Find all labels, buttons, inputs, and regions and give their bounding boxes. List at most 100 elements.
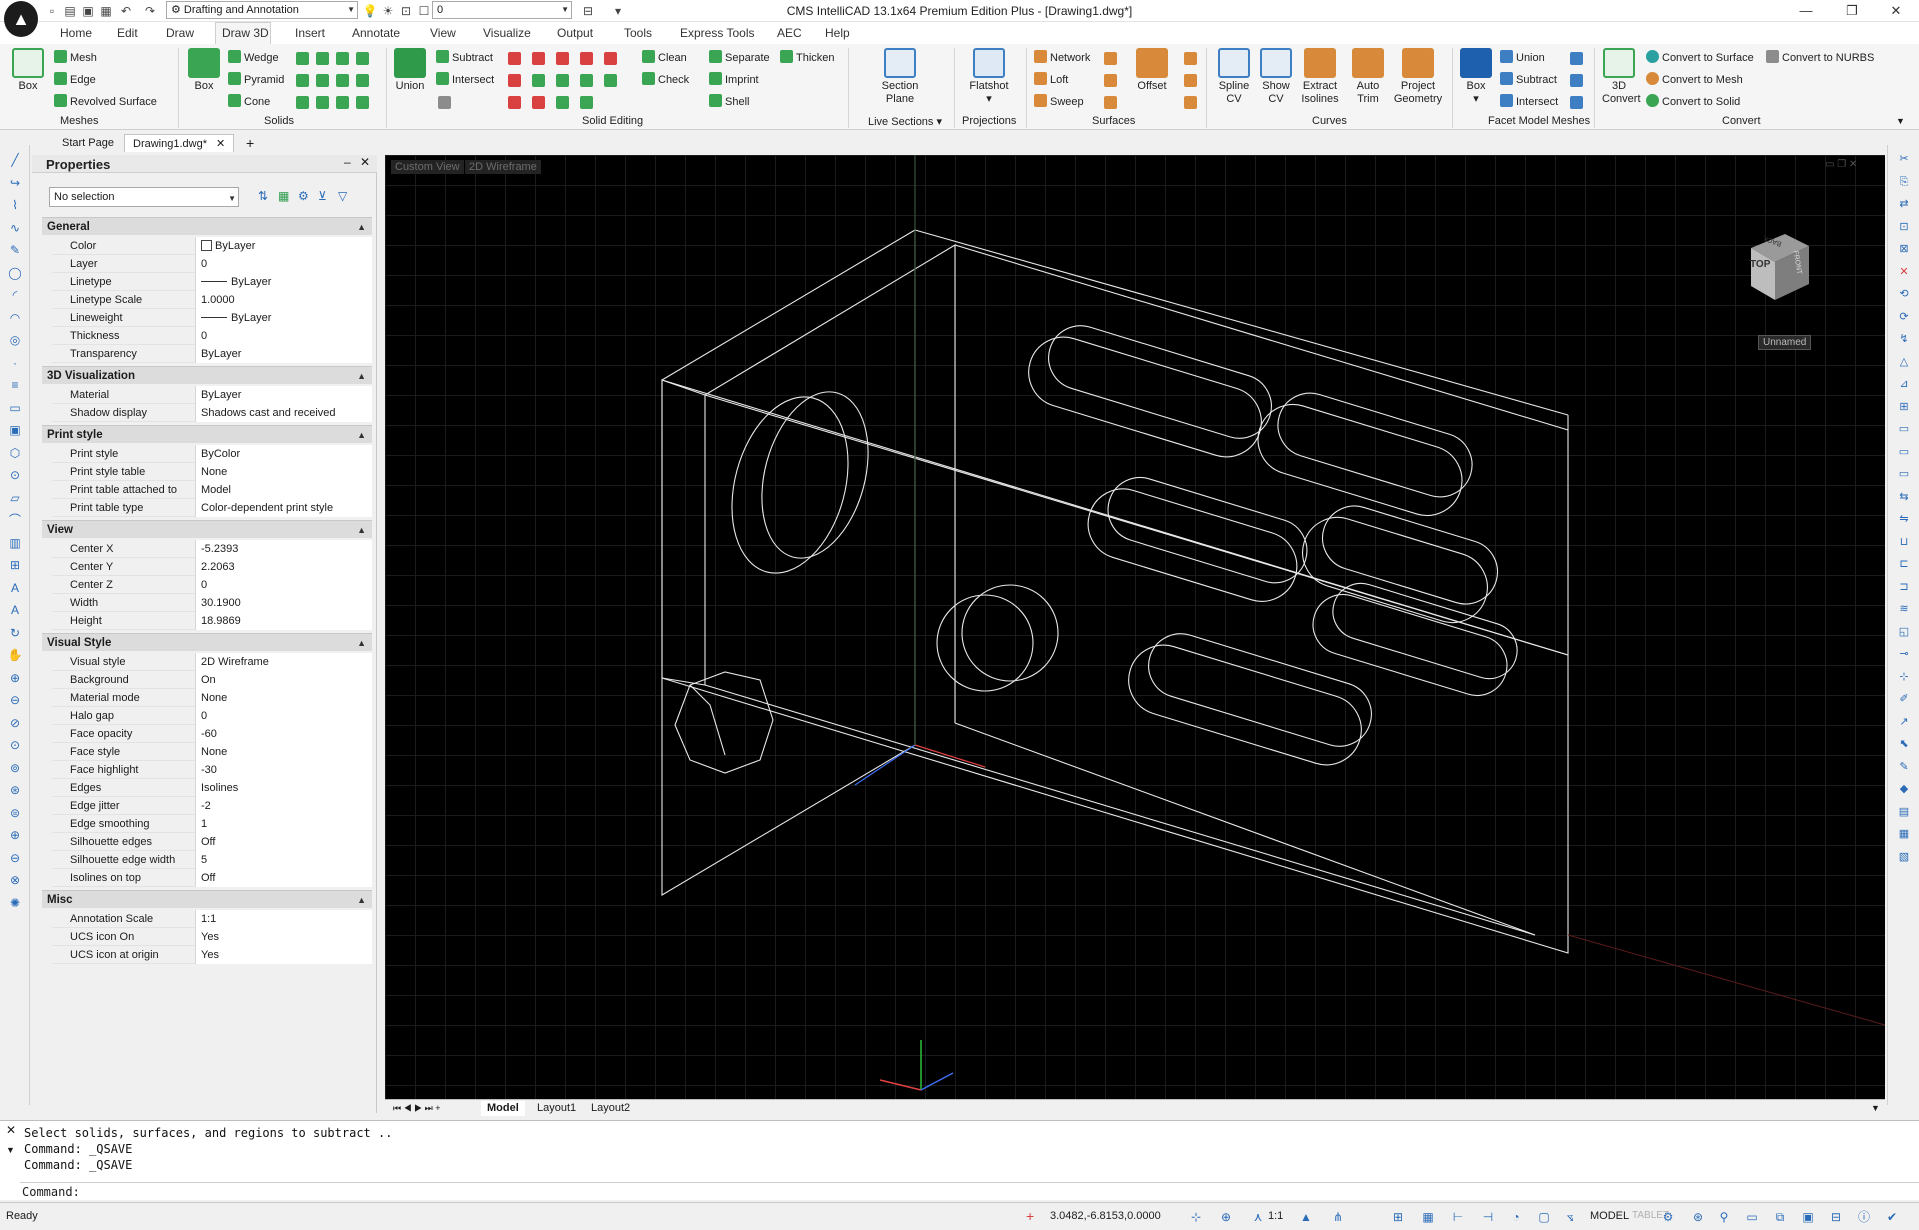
- draw-tool-icon[interactable]: ⊜: [7, 806, 23, 820]
- draw-tool-icon[interactable]: ⊙: [7, 738, 23, 752]
- close-command-icon[interactable]: ✕: [6, 1123, 16, 1137]
- facet-subtract-button[interactable]: Subtract: [1500, 72, 1557, 88]
- offset-surface-button[interactable]: Offset: [1134, 48, 1170, 92]
- property-row[interactable]: Face style None: [52, 743, 372, 761]
- app-logo-icon[interactable]: ▲: [4, 1, 38, 37]
- property-value[interactable]: Color-dependent print style: [195, 499, 372, 517]
- modify-tool-icon[interactable]: ▧: [1897, 851, 1911, 864]
- collapse-caret-icon[interactable]: ▲: [357, 634, 366, 652]
- status-toggle-icon[interactable]: ⋔: [1330, 1209, 1346, 1225]
- draw-tool-icon[interactable]: A: [7, 603, 23, 617]
- facet-tool-icon[interactable]: [1570, 52, 1583, 65]
- intersect-button[interactable]: Intersect: [436, 72, 494, 88]
- property-row[interactable]: Annotation Scale 1:1: [52, 910, 372, 928]
- collapse-caret-icon[interactable]: ▲: [357, 891, 366, 909]
- revolve-surface-icon[interactable]: [1104, 96, 1117, 109]
- draw-tool-icon[interactable]: ⌒: [7, 513, 23, 527]
- draw-tool-icon[interactable]: ✎: [7, 243, 23, 257]
- modify-tool-icon[interactable]: ⊞: [1897, 401, 1911, 414]
- tab-tools[interactable]: Tools: [624, 26, 652, 40]
- property-value[interactable]: Off: [195, 869, 372, 887]
- modify-tool-icon[interactable]: ◱: [1897, 626, 1911, 639]
- property-value[interactable]: ByLayer: [195, 273, 372, 291]
- section-icon[interactable]: [356, 96, 369, 109]
- solid-box-button[interactable]: Box: [186, 48, 222, 92]
- property-row[interactable]: Lineweight ByLayer: [52, 309, 372, 327]
- fillet-edges-icon[interactable]: [508, 96, 521, 109]
- property-row[interactable]: Thickness 0: [52, 327, 372, 345]
- property-value[interactable]: 1:1: [195, 910, 372, 928]
- draw-tool-icon[interactable]: ⊚: [7, 761, 23, 775]
- modify-tool-icon[interactable]: ⊹: [1897, 671, 1911, 684]
- property-row[interactable]: Print style table None: [52, 463, 372, 481]
- toggle-pickadd-icon[interactable]: ⇅: [258, 189, 272, 203]
- interference-icon[interactable]: [438, 96, 451, 109]
- close-tab-icon[interactable]: ✕: [216, 138, 225, 150]
- collapse-caret-icon[interactable]: ▲: [357, 426, 366, 444]
- draw-tool-icon[interactable]: ⊙: [7, 468, 23, 482]
- tab-layout2[interactable]: Layout2: [585, 1101, 636, 1116]
- modify-tool-icon[interactable]: ▭: [1897, 468, 1911, 481]
- property-row[interactable]: Material ByLayer: [52, 386, 372, 404]
- filter-icon[interactable]: ⊻: [318, 189, 332, 203]
- tab-aec[interactable]: AEC: [777, 26, 802, 40]
- offset-edges-icon[interactable]: [580, 96, 593, 109]
- customize-quick-access-icon[interactable]: ▾: [610, 3, 626, 19]
- status-toggle-icon[interactable]: ⊛: [1690, 1209, 1706, 1225]
- draw-tool-icon[interactable]: ▭: [7, 401, 23, 415]
- layer-select[interactable]: 0 ▼: [432, 1, 572, 19]
- facet-tool-icon[interactable]: [1570, 96, 1583, 109]
- status-toggle-icon[interactable]: ⊢: [1450, 1209, 1466, 1225]
- property-value[interactable]: ByLayer: [195, 345, 372, 363]
- presspull-icon[interactable]: [296, 96, 309, 109]
- copy-faces-icon[interactable]: [556, 74, 569, 87]
- sphere-icon[interactable]: [316, 52, 329, 65]
- mesh-box-button[interactable]: Box: [10, 48, 46, 92]
- draw-tool-icon[interactable]: ◯: [7, 266, 23, 280]
- status-toggle-icon[interactable]: ⧉: [1772, 1209, 1788, 1225]
- property-row[interactable]: Edges Isolines: [52, 779, 372, 797]
- property-value[interactable]: 2.2063: [195, 558, 372, 576]
- filter-options-icon[interactable]: ▽: [338, 189, 352, 203]
- modify-tool-icon[interactable]: ⎘: [1897, 176, 1911, 189]
- redo-icon[interactable]: ↷: [142, 3, 158, 19]
- property-value[interactable]: 30.1900: [195, 594, 372, 612]
- rotate-faces-icon[interactable]: [604, 52, 617, 65]
- save-as-icon[interactable]: ▦: [98, 3, 114, 19]
- tab-express-tools[interactable]: Express Tools: [680, 26, 754, 40]
- facet-tool-icon[interactable]: [1570, 74, 1583, 87]
- modify-tool-icon[interactable]: ⊏: [1897, 558, 1911, 571]
- tab-help[interactable]: Help: [825, 26, 850, 40]
- save-icon[interactable]: ▣: [80, 3, 96, 19]
- open-icon[interactable]: ▤: [62, 3, 78, 19]
- tab-visualize[interactable]: Visualize: [483, 26, 531, 40]
- property-row[interactable]: Layer 0: [52, 255, 372, 273]
- draw-tool-icon[interactable]: A: [7, 581, 23, 595]
- cone-button[interactable]: Cone: [228, 94, 270, 110]
- tab-start-page[interactable]: Start Page: [54, 134, 122, 152]
- draw-tool-icon[interactable]: ⊛: [7, 783, 23, 797]
- tab-view[interactable]: View: [430, 26, 456, 40]
- close-panel-icon[interactable]: ✕: [360, 155, 370, 169]
- property-category-misc[interactable]: Misc ▲: [42, 890, 372, 908]
- tab-edit[interactable]: Edit: [117, 26, 138, 40]
- extrude-surface-icon[interactable]: [1104, 74, 1117, 87]
- collapse-caret-icon[interactable]: ▲: [357, 218, 366, 236]
- close-icon[interactable]: ✕: [1873, 0, 1919, 22]
- status-toggle-icon[interactable]: ⊟: [1828, 1209, 1844, 1225]
- property-value[interactable]: 0: [195, 576, 372, 594]
- color-faces-icon[interactable]: [532, 74, 545, 87]
- property-row[interactable]: UCS icon On Yes: [52, 928, 372, 946]
- polysolid-icon[interactable]: [356, 52, 369, 65]
- property-category-general[interactable]: General ▲: [42, 217, 372, 235]
- property-row[interactable]: Width 30.1900: [52, 594, 372, 612]
- offset-faces-icon[interactable]: [556, 52, 569, 65]
- loft-solid-icon[interactable]: [356, 74, 369, 87]
- modify-tool-icon[interactable]: ✐: [1897, 693, 1911, 706]
- status-toggle-icon[interactable]: ▭: [1744, 1209, 1760, 1225]
- sweep-solid-icon[interactable]: [336, 74, 349, 87]
- chamfer-edges-icon[interactable]: [532, 96, 545, 109]
- draw-tool-icon[interactable]: ↻: [7, 626, 23, 640]
- property-value[interactable]: Yes: [195, 946, 372, 964]
- property-value[interactable]: 2D Wireframe: [195, 653, 372, 671]
